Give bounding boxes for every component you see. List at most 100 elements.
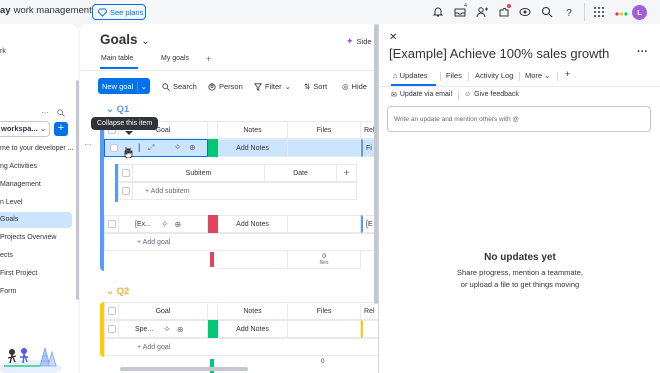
notes-cell[interactable]: Add Notes	[218, 320, 288, 338]
sidebar-item-activities[interactable]: ng Activities	[0, 159, 75, 175]
tab-activity-log[interactable]: Activity Log	[475, 71, 513, 80]
row-checkbox[interactable]	[110, 144, 118, 152]
user-avatar[interactable]: L	[632, 5, 647, 20]
item-title[interactable]: [Example] Achieve 100% sales growth	[389, 46, 609, 61]
table-row[interactable]: [Ex... ✧ ⊕	[119, 215, 208, 233]
ai-sparkle-icon[interactable]: ✧	[161, 219, 169, 230]
notes-cell[interactable]: Add Notes	[218, 215, 288, 233]
workspace-selector[interactable]: workspa... ⌄	[0, 121, 50, 137]
status-color-block	[208, 215, 218, 233]
status-cell[interactable]	[208, 215, 218, 233]
help-icon[interactable]: ?	[563, 6, 575, 18]
filter-button[interactable]: Filter ⌄	[254, 82, 291, 91]
close-icon[interactable]: ✕	[389, 32, 397, 43]
sidebar-item-welcome[interactable]: me to your developer ...	[0, 141, 75, 157]
sidebar-item-projects-overview[interactable]: Projects Overview	[0, 230, 75, 246]
row-checkbox-cell[interactable]	[104, 320, 119, 338]
workspace-more-icon[interactable]: ···	[41, 108, 49, 117]
workspace-search-icon[interactable]	[57, 109, 65, 117]
add-item-button[interactable]: +	[54, 122, 68, 136]
item-name[interactable]: Spe...	[135, 326, 153, 333]
sidebar-scrollbar[interactable]	[76, 80, 79, 300]
update-input[interactable]: Write an update and mention others with …	[387, 106, 651, 132]
select-all-checkbox[interactable]	[107, 307, 116, 315]
files-cell[interactable]	[288, 320, 361, 338]
item-name[interactable]: [Ex...	[135, 221, 151, 228]
give-feedback-button[interactable]: ☺ Give feedback	[464, 91, 519, 98]
column-header-files[interactable]: Files	[288, 302, 361, 320]
subitem-checkbox[interactable]	[121, 187, 130, 195]
column-header-status[interactable]	[208, 121, 218, 139]
status-cell[interactable]	[208, 320, 218, 338]
more-options-icon[interactable]: ···	[637, 46, 648, 58]
tab-more[interactable]: More ⌄	[525, 71, 550, 80]
row-checkbox[interactable]	[107, 325, 116, 333]
column-header-notes[interactable]: Notes	[218, 302, 288, 320]
brand-logo[interactable]: ay work management	[0, 5, 92, 16]
new-goal-button[interactable]: New goal ⌄	[98, 78, 150, 94]
horizontal-scrollbar[interactable]	[120, 367, 248, 371]
filter-icon	[254, 82, 262, 91]
status-cell[interactable]	[208, 139, 218, 157]
sidebar-item-my-work[interactable]: rk	[0, 44, 75, 60]
bell-icon[interactable]	[432, 6, 444, 18]
column-header-rel[interactable]: Rel	[361, 302, 378, 320]
search-icon[interactable]	[541, 6, 553, 18]
board-area: Goals ⌄ ✦ Side Main table My goals + New …	[80, 24, 378, 373]
sidebar-item-projects[interactable]: ects	[0, 248, 75, 264]
chevron-down-icon: ⌄	[106, 104, 114, 115]
sidebar-item-management[interactable]: Management	[0, 177, 75, 193]
add-update-icon[interactable]: ⊕	[189, 143, 196, 152]
tab-my-goals[interactable]: My goals	[161, 55, 189, 62]
sidekick-button[interactable]: ✦ Side	[346, 36, 372, 47]
add-update-icon[interactable]: ⊕	[177, 325, 184, 334]
board-title[interactable]: Goals ⌄	[100, 32, 150, 47]
sort-button[interactable]: ⇅ Sort	[304, 82, 327, 91]
notes-cell[interactable]: Add Notes	[218, 139, 288, 157]
column-header-files[interactable]: Files	[288, 121, 361, 139]
ai-sparkle-icon[interactable]: ✧	[174, 142, 182, 153]
add-goal-input[interactable]: + Add goal	[104, 233, 378, 251]
add-tab-button[interactable]: +	[565, 69, 570, 79]
expand-icon[interactable]: ⤢	[148, 143, 154, 153]
sidebar-item-level[interactable]: n Level	[0, 195, 75, 211]
see-plans-button[interactable]: See plans	[92, 4, 146, 20]
sidebar-item-goals[interactable]: Goals	[0, 212, 72, 228]
tab-main-table[interactable]: Main table	[101, 55, 133, 62]
tab-files[interactable]: Files	[446, 71, 462, 80]
select-all-cell[interactable]	[104, 302, 119, 320]
tab-updates[interactable]: ⌂ Updates	[393, 71, 428, 80]
row-checkbox-cell[interactable]	[104, 215, 119, 233]
column-header-status[interactable]	[208, 302, 218, 320]
search-button[interactable]: Search	[162, 82, 197, 91]
ai-sparkle-icon[interactable]: ✧	[163, 324, 171, 335]
table-row[interactable]: ⌄ | ⤢ ✧ ⊕	[104, 139, 208, 157]
hide-button[interactable]: ◎ Hide	[342, 82, 367, 91]
row-menu-icon[interactable]: ···	[84, 140, 92, 149]
tab-divider	[519, 72, 520, 81]
rel-cell[interactable]	[361, 320, 378, 338]
column-header-notes[interactable]: Notes	[218, 121, 288, 139]
table-row[interactable]: Spe... ✧ ⊕	[119, 320, 208, 338]
add-goal-input[interactable]: + Add goal	[104, 338, 378, 356]
column-header-date[interactable]: Date	[265, 164, 337, 182]
subitem-checkbox[interactable]	[121, 169, 130, 177]
sidebar-item-form[interactable]: Form	[0, 284, 75, 300]
add-view-button[interactable]: +	[206, 54, 211, 64]
invite-members-icon[interactable]	[476, 6, 488, 18]
add-subitem-column-button[interactable]: +	[337, 164, 357, 182]
person-filter-button[interactable]: Person	[208, 82, 243, 91]
row-checkbox[interactable]	[107, 220, 116, 228]
sparkle-icon: ✦	[346, 36, 354, 46]
add-update-icon[interactable]: ⊕	[175, 220, 182, 229]
files-cell[interactable]	[288, 139, 361, 157]
add-subitem-input[interactable]: + Add subitem	[133, 182, 357, 200]
sidebar-item-first-project[interactable]: First Project	[0, 266, 75, 282]
subitem-select-all[interactable]	[118, 164, 133, 182]
update-via-email-button[interactable]: ✉ Update via email	[391, 91, 452, 99]
column-header-goal[interactable]: Goal	[119, 302, 208, 320]
app-grid-icon[interactable]	[593, 6, 605, 18]
files-cell[interactable]	[288, 215, 361, 233]
monday-ai-icon[interactable]	[519, 6, 531, 18]
column-header-subitem[interactable]: Subitem	[133, 164, 265, 182]
